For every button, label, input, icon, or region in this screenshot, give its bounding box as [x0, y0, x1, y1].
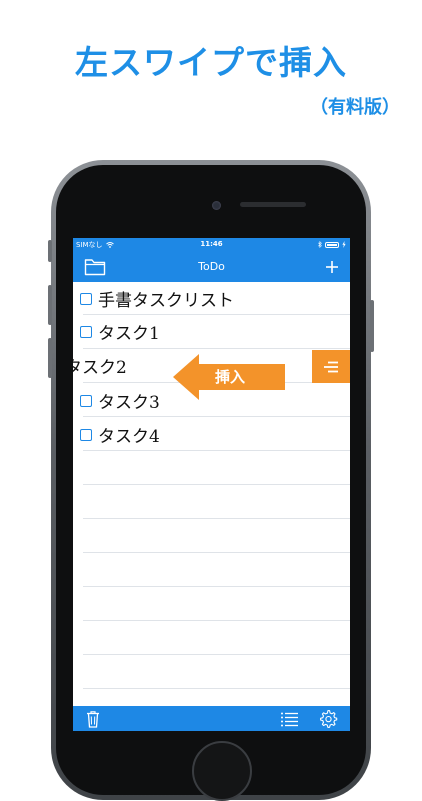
- task-label: タスク3: [98, 388, 160, 413]
- task-checkbox[interactable]: [80, 293, 92, 305]
- ruled-line: [83, 484, 350, 485]
- task-checkbox[interactable]: [80, 326, 92, 338]
- trash-icon[interactable]: [83, 709, 103, 729]
- ruled-line: [83, 620, 350, 621]
- insert-lines-icon: [323, 361, 339, 373]
- gear-icon[interactable]: [318, 709, 338, 729]
- task-checkbox[interactable]: [80, 395, 92, 407]
- mute-switch: [48, 240, 52, 262]
- bottom-toolbar: [73, 706, 350, 731]
- battery-icon: [325, 242, 339, 248]
- swipe-hint-label: 挿入: [215, 366, 245, 387]
- plus-icon: [325, 260, 339, 274]
- task-checkbox[interactable]: [80, 429, 92, 441]
- status-bar: SIMなし 11:46: [73, 238, 350, 252]
- task-label: 手書タスクリスト: [98, 286, 234, 311]
- home-button[interactable]: [192, 741, 252, 801]
- task-label: タスク2: [73, 353, 127, 378]
- nav-bar: ToDo: [73, 252, 350, 282]
- task-row[interactable]: タスク1: [73, 315, 350, 348]
- battery-level: [327, 244, 337, 246]
- list-icon[interactable]: [279, 709, 299, 729]
- ruled-line: [83, 688, 350, 689]
- ruled-line: [83, 654, 350, 655]
- power-button: [370, 300, 374, 352]
- bluetooth-icon: [318, 241, 322, 248]
- add-task-button[interactable]: [322, 257, 342, 277]
- swipe-hint-arrow: 挿入: [173, 354, 285, 400]
- insert-action-button[interactable]: [312, 350, 350, 383]
- ruled-line: [83, 552, 350, 553]
- volume-up-button: [48, 285, 52, 325]
- task-label: タスク4: [98, 422, 160, 447]
- status-time: 11:46: [73, 240, 350, 248]
- task-list: 手書タスクリスト タスク1 タスク2 タスク3 タスク4: [73, 282, 350, 706]
- charging-icon: [342, 241, 346, 248]
- ruled-line: [83, 518, 350, 519]
- status-right: [318, 241, 346, 248]
- ruled-line: [83, 586, 350, 587]
- promo-headline: 左スワイプで挿入: [0, 36, 422, 84]
- volume-down-button: [48, 338, 52, 378]
- task-row[interactable]: 手書タスクリスト: [73, 282, 350, 315]
- task-row[interactable]: タスク4: [73, 418, 350, 451]
- app-screen: SIMなし 11:46 ToDo: [73, 238, 350, 731]
- nav-title: ToDo: [73, 260, 350, 273]
- front-camera: [212, 201, 221, 210]
- task-label: タスク1: [98, 319, 160, 344]
- earpiece-speaker: [240, 202, 306, 207]
- promo-subline: （有料版）: [310, 93, 400, 119]
